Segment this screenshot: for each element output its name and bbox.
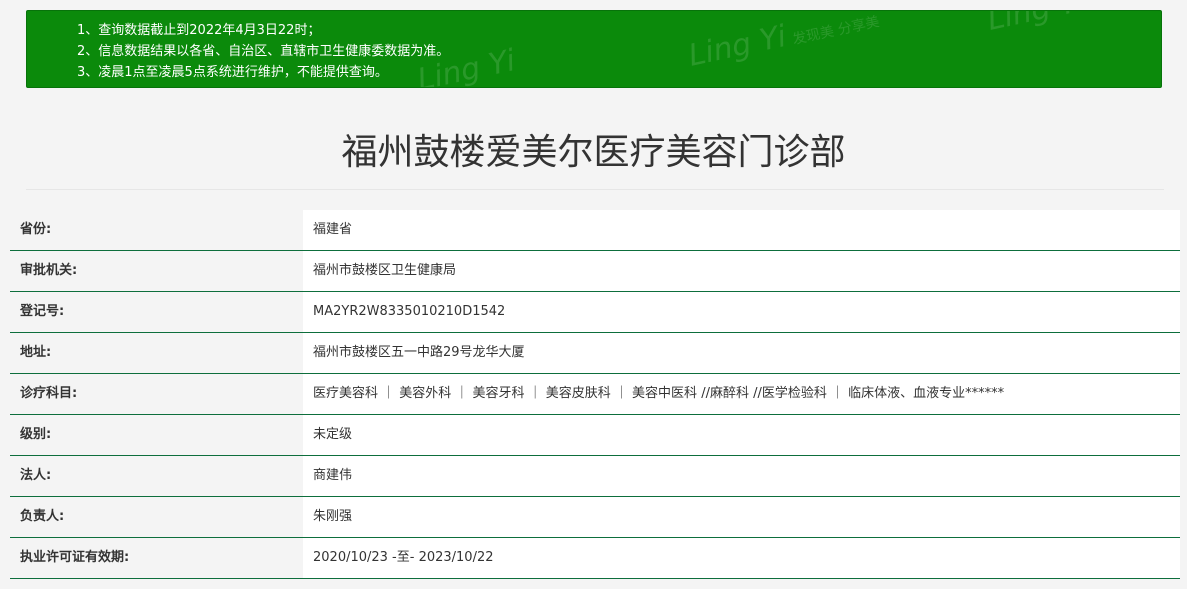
notice-line: 2、信息数据结果以各省、自治区、直辖市卫生健康委数据为准。	[77, 44, 450, 59]
field-value: 福建省	[303, 210, 1180, 250]
field-label: 执业许可证有效期:	[10, 538, 303, 578]
notice-line: 1、查询数据截止到2022年4月3日22时；	[77, 23, 321, 38]
info-row-legal-person: 法人: 商建伟	[10, 456, 1180, 497]
field-value: 商建伟	[303, 456, 1180, 496]
notice-line: 3、凌晨1点至凌晨5点系统进行维护，不能提供查询。	[77, 65, 388, 80]
info-row-registration-number: 登记号: MA2YR2W8335010210D1542	[10, 292, 1180, 333]
notice-banner: Ling Yi Ling Yi 发现美 分享美 Ling Yi 1、查询数据截止到…	[26, 10, 1162, 88]
field-value: 福州市鼓楼区卫生健康局	[303, 251, 1180, 291]
field-label: 省份:	[10, 210, 303, 250]
info-row-address: 地址: 福州市鼓楼区五一中路29号龙华大厦	[10, 333, 1180, 374]
info-row-approval-authority: 审批机关: 福州市鼓楼区卫生健康局	[10, 251, 1180, 292]
field-value: 2020/10/23 -至- 2023/10/22	[303, 538, 1180, 578]
notice-list: 1、查询数据截止到2022年4月3日22时； 2、信息数据结果以各省、自治区、直…	[27, 11, 1161, 83]
info-row-province: 省份: 福建省	[10, 210, 1180, 251]
field-value: MA2YR2W8335010210D1542	[303, 292, 1180, 332]
title-divider	[26, 189, 1164, 190]
info-row-level: 级别: 未定级	[10, 415, 1180, 456]
field-label: 登记号:	[10, 292, 303, 332]
field-label: 负责人:	[10, 497, 303, 537]
field-value: 未定级	[303, 415, 1180, 455]
info-row-person-in-charge: 负责人: 朱刚强	[10, 497, 1180, 538]
field-value: 朱刚强	[303, 497, 1180, 537]
field-label: 地址:	[10, 333, 303, 373]
info-row-license-validity: 执业许可证有效期: 2020/10/23 -至- 2023/10/22	[10, 538, 1180, 579]
field-label: 诊疗科目:	[10, 374, 303, 414]
field-label: 审批机关:	[10, 251, 303, 291]
info-row-departments: 诊疗科目: 医疗美容科 ｜ 美容外科 ｜ 美容牙科 ｜ 美容皮肤科 ｜ 美容中医…	[10, 374, 1180, 415]
info-table: 省份: 福建省 审批机关: 福州市鼓楼区卫生健康局 登记号: MA2YR2W83…	[10, 210, 1180, 579]
field-value: 福州市鼓楼区五一中路29号龙华大厦	[303, 333, 1180, 373]
field-label: 级别:	[10, 415, 303, 455]
page-title: 福州鼓楼爱美尔医疗美容门诊部	[341, 132, 846, 173]
field-label: 法人:	[10, 456, 303, 496]
field-value: 医疗美容科 ｜ 美容外科 ｜ 美容牙科 ｜ 美容皮肤科 ｜ 美容中医科 //麻醉…	[303, 374, 1180, 414]
